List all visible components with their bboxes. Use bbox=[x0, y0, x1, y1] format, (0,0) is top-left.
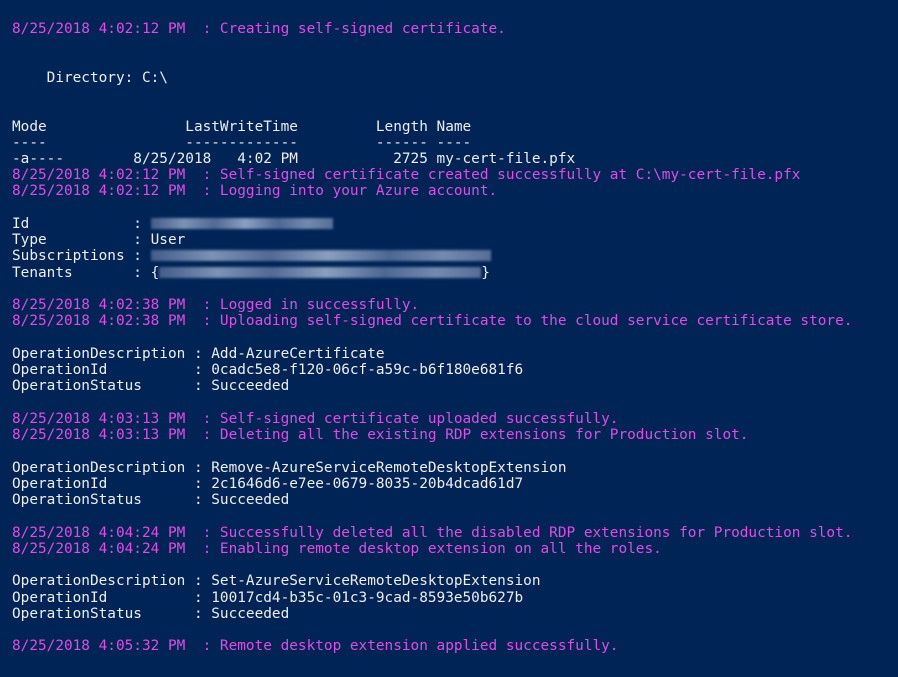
operation-description: OperationDescription : Add-AzureCertific… bbox=[12, 346, 385, 362]
operation-status: OperationStatus : Succeeded bbox=[12, 606, 290, 622]
log-line: 8/25/2018 4:03:13 PM : Deleting all the … bbox=[12, 427, 749, 443]
log-line: 8/25/2018 4:03:13 PM : Self-signed certi… bbox=[12, 411, 619, 427]
operation-status: OperationStatus : Succeeded bbox=[12, 378, 290, 394]
operation-status: OperationStatus : Succeeded bbox=[12, 492, 290, 508]
operation-id: OperationId : 10017cd4-b35c-01c3-9cad-85… bbox=[12, 590, 524, 606]
tenants-row: Tenants : {} bbox=[12, 265, 490, 281]
table-header: Mode LastWriteTime Length Name bbox=[12, 119, 472, 135]
log-line: 8/25/2018 4:02:38 PM : Logged in success… bbox=[12, 297, 420, 313]
subscriptions-label: Subscriptions : bbox=[12, 248, 151, 264]
redacted-tenants bbox=[159, 267, 482, 278]
log-line: 8/25/2018 4:02:12 PM : Logging into your… bbox=[12, 183, 498, 199]
powershell-console[interactable]: 8/25/2018 4:02:12 PM : Creating self-sig… bbox=[0, 0, 898, 677]
tenants-label: Tenants : { bbox=[12, 265, 160, 281]
log-line: 8/25/2018 4:02:12 PM : Self-signed certi… bbox=[12, 167, 801, 183]
redacted-id bbox=[150, 218, 333, 229]
operation-description: OperationDescription : Set-AzureServiceR… bbox=[12, 573, 541, 589]
table-separator: ---- ------------- ------ ---- bbox=[12, 135, 472, 151]
redacted-subscriptions bbox=[150, 250, 491, 261]
log-line: 8/25/2018 4:04:24 PM : Successfully dele… bbox=[12, 525, 853, 541]
log-line: 8/25/2018 4:05:32 PM : Remote desktop ex… bbox=[12, 638, 619, 654]
account-id-row: Id : bbox=[12, 216, 333, 232]
operation-id: OperationId : 2c1646d6-e7ee-0679-8035-20… bbox=[12, 476, 524, 492]
account-type-row: Type : User bbox=[12, 232, 186, 248]
directory-header: Directory: C:\ bbox=[12, 70, 168, 86]
log-line: 8/25/2018 4:02:38 PM : Uploading self-si… bbox=[12, 313, 853, 329]
log-line: 8/25/2018 4:04:24 PM : Enabling remote d… bbox=[12, 541, 662, 557]
operation-id: OperationId : 0cadc5e8-f120-06cf-a59c-b6… bbox=[12, 362, 524, 378]
tenants-close-brace: } bbox=[481, 265, 490, 281]
operation-description: OperationDescription : Remove-AzureServi… bbox=[12, 460, 567, 476]
log-line: 8/25/2018 4:02:12 PM : Creating self-sig… bbox=[12, 21, 506, 37]
subscriptions-row: Subscriptions : bbox=[12, 248, 491, 264]
account-id-label: Id : bbox=[12, 216, 151, 232]
file-row: -a---- 8/25/2018 4:02 PM 2725 my-cert-fi… bbox=[12, 151, 576, 167]
